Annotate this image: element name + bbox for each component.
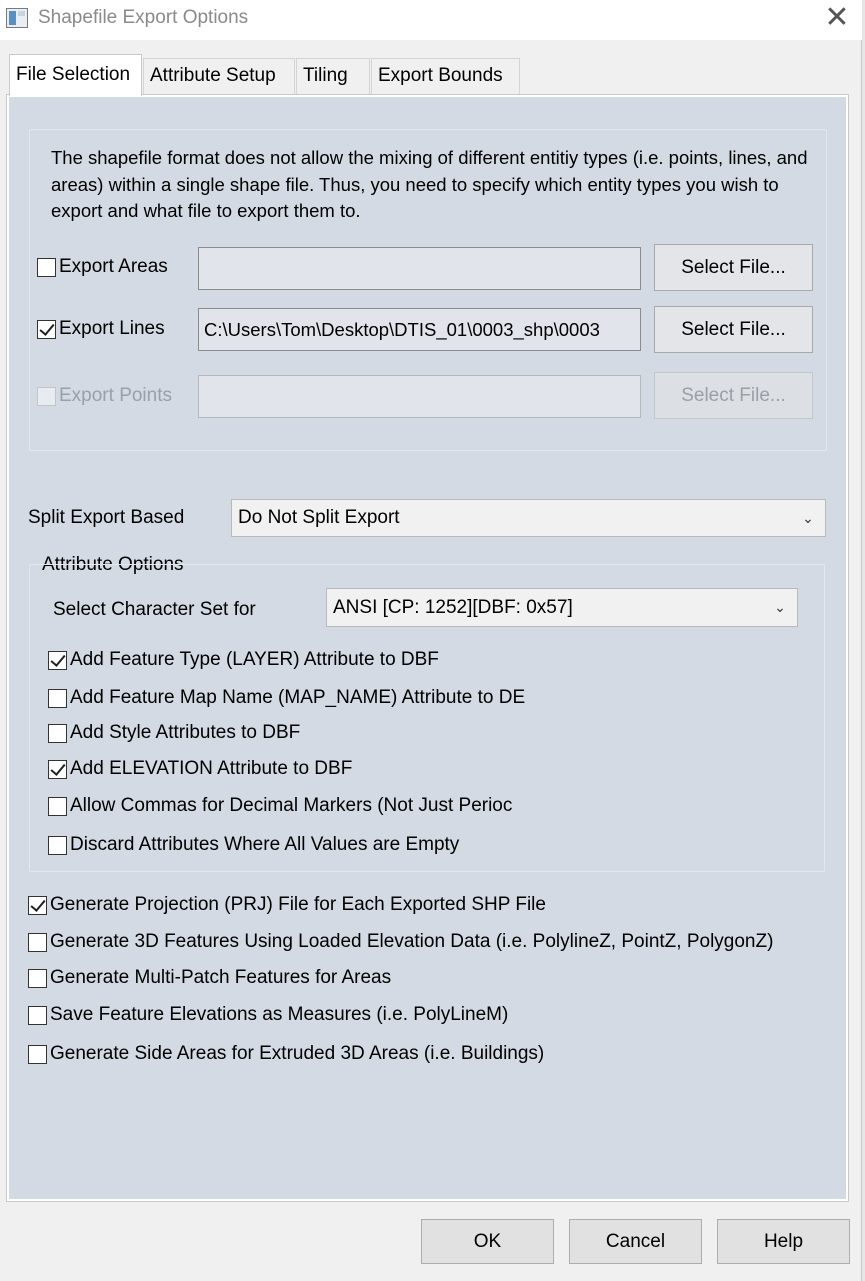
file-selection-panel: The shapefile format does not allow the … bbox=[7, 95, 848, 1201]
checkbox-label: Add Feature Map Name (MAP_NAME) Attribut… bbox=[70, 687, 526, 708]
checkbox-label: Allow Commas for Decimal Markers (Not Ju… bbox=[70, 795, 513, 816]
checkbox-label: Generate 3D Features Using Loaded Elevat… bbox=[50, 931, 774, 952]
checkbox-box bbox=[28, 932, 47, 952]
checkbox-box bbox=[37, 386, 56, 406]
dialog-body: File Selection Attribute Setup Tiling Ex… bbox=[0, 40, 862, 1281]
cancel-button[interactable]: Cancel bbox=[569, 1219, 702, 1264]
checkbox-box bbox=[48, 723, 67, 743]
generate-side-areas-checkbox[interactable]: Generate Side Areas for Extruded 3D Area… bbox=[28, 1043, 544, 1065]
checkbox-box bbox=[28, 968, 47, 988]
split-export-value: Do Not Split Export bbox=[238, 507, 400, 528]
checkbox-label: Add Style Attributes to DBF bbox=[70, 722, 301, 743]
checkbox-label: Generate Side Areas for Extruded 3D Area… bbox=[50, 1043, 545, 1064]
generate-3d-features-checkbox[interactable]: Generate 3D Features Using Loaded Elevat… bbox=[28, 931, 773, 953]
checkbox-box bbox=[48, 796, 67, 816]
export-points-label: Export Points bbox=[59, 385, 172, 406]
export-areas-select-file-button[interactable]: Select File... bbox=[654, 244, 813, 291]
chevron-down-icon: ⌄ bbox=[802, 510, 814, 526]
tab-file-selection[interactable]: File Selection bbox=[9, 54, 142, 96]
export-areas-label: Export Areas bbox=[59, 256, 168, 277]
export-areas-checkbox[interactable]: Export Areas bbox=[37, 256, 168, 278]
checkmark-icon bbox=[48, 759, 67, 779]
export-points-path-input[interactable] bbox=[198, 375, 641, 418]
checkbox-box bbox=[48, 688, 67, 708]
checkbox-label: Discard Attributes Where All Values are … bbox=[70, 834, 460, 855]
tab-attribute-setup[interactable]: Attribute Setup bbox=[143, 58, 295, 94]
window-title: Shapefile Export Options bbox=[38, 7, 249, 28]
tab-tiling[interactable]: Tiling bbox=[296, 58, 370, 94]
split-export-label: Split Export Based bbox=[28, 507, 185, 528]
checkbox-label: Save Feature Elevations as Measures (i.e… bbox=[50, 1004, 509, 1025]
export-points-select-file-button[interactable]: Select File... bbox=[654, 372, 813, 419]
export-lines-checkbox[interactable]: Export Lines bbox=[37, 318, 165, 340]
tab-export-bounds[interactable]: Export Bounds bbox=[371, 58, 520, 94]
ok-button[interactable]: OK bbox=[421, 1219, 554, 1264]
help-button[interactable]: Help bbox=[717, 1219, 850, 1264]
charset-label: Select Character Set for bbox=[53, 599, 256, 620]
export-areas-path-input[interactable] bbox=[198, 247, 641, 290]
charset-value: ANSI [CP: 1252][DBF: 0x57] bbox=[333, 597, 573, 618]
export-lines-select-file-button[interactable]: Select File... bbox=[654, 306, 813, 353]
checkbox-label: Add Feature Type (LAYER) Attribute to DB… bbox=[70, 649, 439, 670]
export-lines-path-input[interactable]: C:\Users\Tom\Desktop\DTIS_01\0003_shp\00… bbox=[198, 308, 641, 351]
checkmark-icon bbox=[28, 895, 47, 915]
charset-dropdown[interactable]: ANSI [CP: 1252][DBF: 0x57] ⌄ bbox=[326, 588, 798, 627]
checkmark-icon bbox=[37, 319, 56, 339]
checkbox-label: Generate Multi-Patch Features for Areas bbox=[50, 967, 392, 988]
checkmark-icon bbox=[48, 650, 67, 670]
discard-empty-attributes-checkbox[interactable]: Discard Attributes Where All Values are … bbox=[48, 834, 459, 856]
title-bar: Shapefile Export Options ✕ bbox=[0, 0, 865, 40]
checkbox-label: Add ELEVATION Attribute to DBF bbox=[70, 758, 353, 779]
checkbox-box bbox=[28, 1044, 47, 1064]
split-export-dropdown[interactable]: Do Not Split Export ⌄ bbox=[231, 499, 826, 537]
app-window-icon bbox=[6, 8, 28, 28]
generate-multipatch-checkbox[interactable]: Generate Multi-Patch Features for Areas bbox=[28, 967, 391, 989]
export-lines-label: Export Lines bbox=[59, 318, 165, 339]
add-feature-type-checkbox[interactable]: Add Feature Type (LAYER) Attribute to DB… bbox=[48, 649, 439, 671]
description-text: The shapefile format does not allow the … bbox=[51, 147, 808, 221]
save-elevations-measures-checkbox[interactable]: Save Feature Elevations as Measures (i.e… bbox=[28, 1004, 508, 1026]
close-icon[interactable]: ✕ bbox=[819, 2, 855, 36]
chevron-down-icon: ⌄ bbox=[774, 599, 786, 615]
generate-prj-checkbox[interactable]: Generate Projection (PRJ) File for Each … bbox=[28, 894, 546, 916]
add-map-name-checkbox[interactable]: Add Feature Map Name (MAP_NAME) Attribut… bbox=[48, 687, 558, 709]
checkbox-box bbox=[48, 835, 67, 855]
add-elevation-checkbox[interactable]: Add ELEVATION Attribute to DBF bbox=[48, 758, 352, 780]
add-style-attributes-checkbox[interactable]: Add Style Attributes to DBF bbox=[48, 722, 300, 744]
checkbox-box bbox=[28, 1005, 47, 1025]
checkbox-label: Generate Projection (PRJ) File for Each … bbox=[50, 894, 546, 915]
allow-commas-checkbox[interactable]: Allow Commas for Decimal Markers (Not Ju… bbox=[48, 795, 558, 817]
checkbox-box bbox=[37, 257, 56, 277]
export-points-checkbox[interactable]: Export Points bbox=[37, 385, 172, 407]
